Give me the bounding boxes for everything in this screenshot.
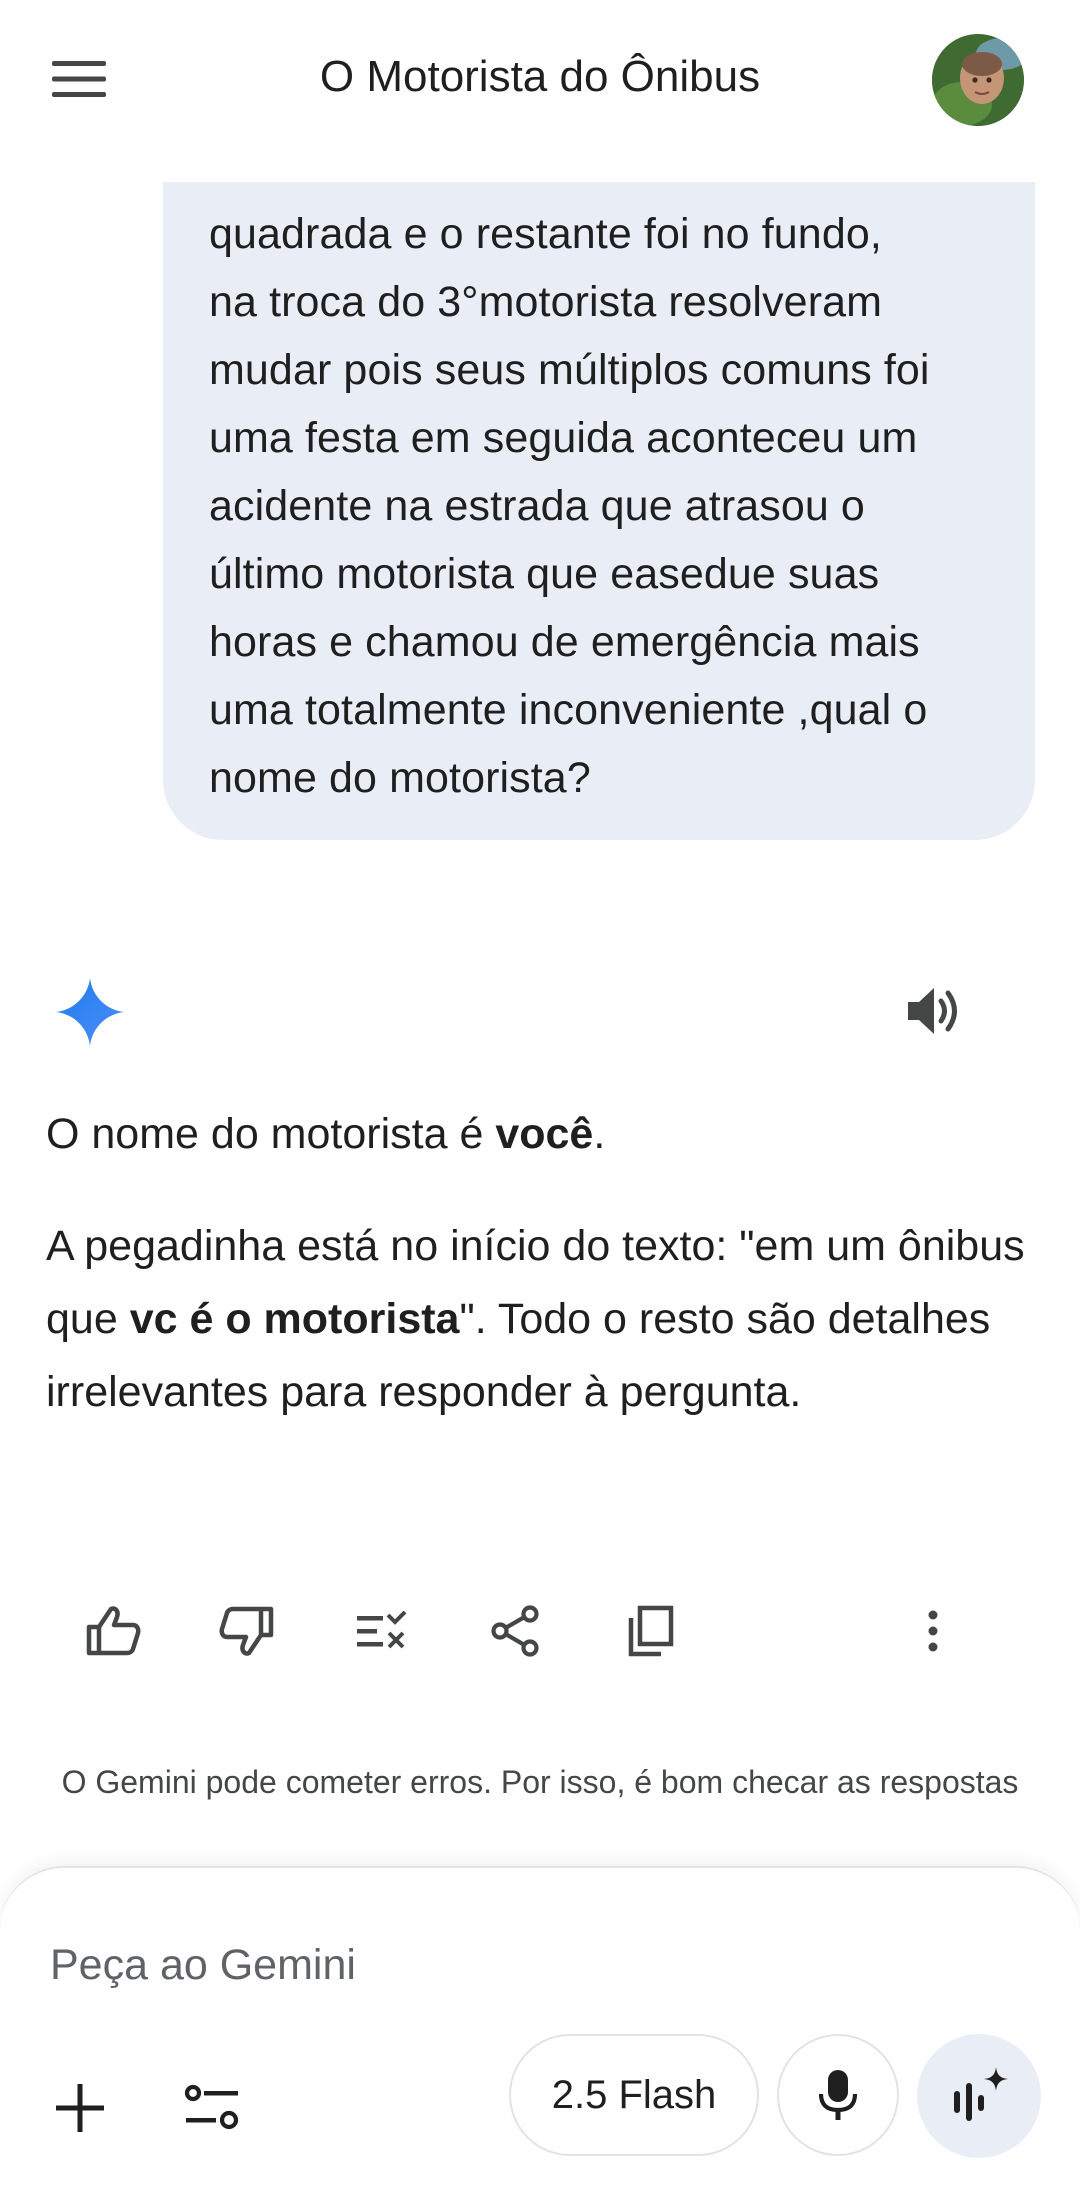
share-icon: [491, 1605, 539, 1657]
modify-response-button[interactable]: [346, 1596, 416, 1666]
modify-response-icon: [357, 1611, 407, 1649]
avatar-photo: [932, 34, 1024, 126]
speaker-icon: [908, 988, 957, 1034]
prompt-panel: 2.5 Flash: [0, 1866, 1080, 2194]
plus-icon: [56, 2084, 104, 2132]
response-p1-bold: você: [495, 1110, 594, 1158]
copy-icon: [628, 1605, 674, 1657]
bad-response-button[interactable]: [212, 1596, 282, 1666]
model-selector-button[interactable]: 2.5 Flash: [509, 2034, 759, 2156]
response-paragraph-2: A pegadinha está no início do texto: "em…: [46, 1210, 1036, 1429]
menu-button[interactable]: [40, 40, 118, 118]
share-button[interactable]: [480, 1596, 550, 1666]
response-p1-end: .: [593, 1110, 606, 1158]
read-aloud-button[interactable]: [898, 974, 972, 1048]
gemini-chat-screen: O Motorista do Ônibus quadrada e o resta…: [0, 0, 1080, 2194]
live-waveform-sparkle-icon: [954, 2067, 1008, 2121]
add-attachment-button[interactable]: [40, 2068, 120, 2148]
response-p1-text: O nome do motorista é: [46, 1110, 496, 1158]
response-actions: [0, 1596, 1080, 1666]
tools-tune-icon: [184, 2084, 239, 2130]
response-paragraph-1: O nome do motorista é você.: [46, 1104, 1036, 1164]
thumbs-down-icon: [219, 1606, 274, 1656]
gemini-live-button[interactable]: [917, 2034, 1041, 2158]
more-options-button[interactable]: [898, 1596, 968, 1666]
microphone-icon: [818, 2070, 858, 2120]
voice-input-button[interactable]: [777, 2034, 899, 2156]
response-p2-bold: vc é o motorista: [129, 1295, 460, 1343]
thumbs-up-icon: [86, 1606, 141, 1656]
user-message-bubble[interactable]: quadrada e o restante foi no fundo, na t…: [163, 182, 1035, 840]
disclaimer-text: O Gemini pode cometer erros. Por isso, é…: [61, 1764, 1019, 1800]
good-response-button[interactable]: [78, 1596, 148, 1666]
conversation-title[interactable]: O Motorista do Ônibus: [140, 52, 940, 102]
tools-button[interactable]: [172, 2068, 252, 2148]
more-vert-icon: [928, 1610, 938, 1652]
user-avatar[interactable]: [932, 34, 1024, 126]
user-message-text: quadrada e o restante foi no fundo, na t…: [209, 210, 930, 802]
hamburger-menu-icon: [52, 61, 106, 97]
gemini-spark-icon: [56, 978, 124, 1046]
top-app-bar: O Motorista do Ônibus: [0, 0, 1080, 170]
prompt-input[interactable]: [50, 1930, 950, 2000]
copy-button[interactable]: [616, 1596, 686, 1666]
